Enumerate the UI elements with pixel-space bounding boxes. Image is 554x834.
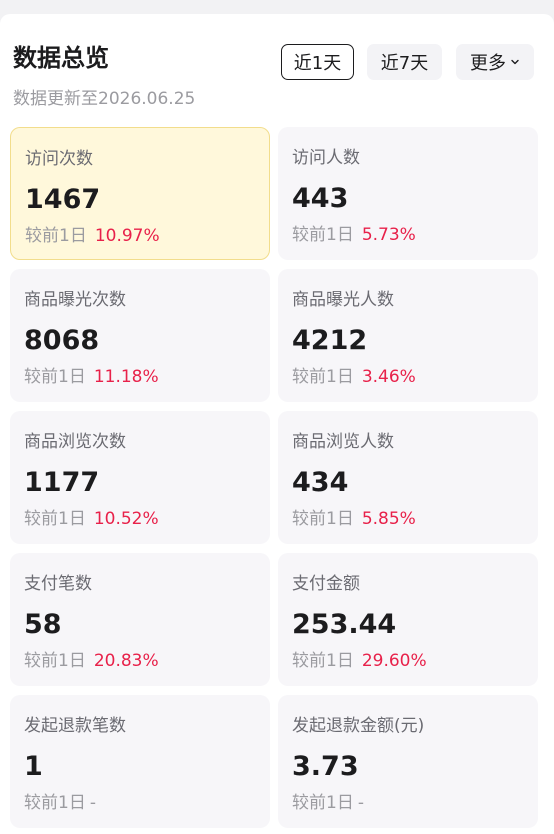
range-tab-1-day[interactable]: 近1天 bbox=[281, 44, 354, 80]
metric-label: 支付笔数 bbox=[24, 574, 92, 594]
metric-card-product-impression-users[interactable]: 商品曝光人数 4212 较前1日 3.46% bbox=[278, 269, 538, 402]
metric-card-product-views[interactable]: 商品浏览次数 1177 较前1日 10.52% bbox=[10, 411, 270, 544]
metric-change: 3.46% bbox=[361, 367, 416, 387]
metric-change: 29.60% bbox=[361, 651, 427, 671]
metric-card-payment-count[interactable]: 支付笔数 58 较前1日 20.83% bbox=[10, 553, 270, 686]
more-label: 更多 bbox=[470, 53, 506, 74]
page-title: 数据总览 bbox=[13, 44, 109, 72]
metric-compare: 较前1日 3.46% bbox=[292, 366, 416, 388]
metric-change: 10.52% bbox=[93, 509, 159, 529]
metric-card-product-viewers[interactable]: 商品浏览人数 434 较前1日 5.85% bbox=[278, 411, 538, 544]
metric-compare: 较前1日 11.18% bbox=[24, 366, 159, 388]
metric-value: 443 bbox=[292, 183, 349, 214]
compare-label: 较前1日 bbox=[292, 367, 354, 387]
metric-compare: 较前1日 - bbox=[24, 792, 96, 814]
compare-label: 较前1日 bbox=[25, 226, 87, 246]
metric-label: 发起退款笔数 bbox=[24, 716, 126, 736]
compare-label: 较前1日 bbox=[292, 793, 354, 813]
metric-compare: 较前1日 20.83% bbox=[24, 650, 159, 672]
metric-label: 商品浏览次数 bbox=[24, 432, 126, 452]
metric-value: 1467 bbox=[25, 184, 101, 215]
range-tab-7-days[interactable]: 近7天 bbox=[367, 44, 442, 80]
chevron-down-icon bbox=[511, 59, 519, 65]
metric-label: 商品曝光人数 bbox=[292, 290, 394, 310]
metric-compare: 较前1日 5.85% bbox=[292, 508, 416, 530]
metric-value: 1177 bbox=[24, 467, 100, 498]
metric-value: 3.73 bbox=[292, 751, 359, 782]
compare-label: 较前1日 bbox=[24, 367, 86, 387]
compare-label: 较前1日 bbox=[24, 793, 86, 813]
metric-card-visits[interactable]: 访问次数 1467 较前1日 10.97% bbox=[10, 127, 270, 260]
metric-compare: 较前1日 10.97% bbox=[25, 225, 160, 247]
metric-change: 5.85% bbox=[361, 509, 416, 529]
metric-card-refund-count[interactable]: 发起退款笔数 1 较前1日 - bbox=[10, 695, 270, 828]
metric-change: 10.97% bbox=[94, 226, 160, 246]
metric-change: 11.18% bbox=[93, 367, 159, 387]
metric-value: 434 bbox=[292, 467, 349, 498]
metric-value: 253.44 bbox=[292, 609, 397, 640]
metric-card-payment-amount[interactable]: 支付金额 253.44 较前1日 29.60% bbox=[278, 553, 538, 686]
metric-value: 58 bbox=[24, 609, 62, 640]
compare-label: 较前1日 bbox=[292, 225, 354, 245]
metric-change: 20.83% bbox=[93, 651, 159, 671]
metric-label: 访问人数 bbox=[292, 148, 360, 168]
metric-compare: 较前1日 10.52% bbox=[24, 508, 159, 530]
metric-card-refund-amount[interactable]: 发起退款金额(元) 3.73 较前1日 - bbox=[278, 695, 538, 828]
more-dropdown-button[interactable]: 更多 bbox=[456, 44, 534, 80]
metric-card-visitors[interactable]: 访问人数 443 较前1日 5.73% bbox=[278, 127, 538, 260]
metric-value: 8068 bbox=[24, 325, 100, 356]
metric-compare: 较前1日 5.73% bbox=[292, 224, 416, 246]
compare-label: 较前1日 bbox=[292, 509, 354, 529]
metric-change: - bbox=[89, 793, 96, 813]
metric-label: 商品曝光次数 bbox=[24, 290, 126, 310]
metric-compare: 较前1日 - bbox=[292, 792, 364, 814]
compare-label: 较前1日 bbox=[24, 509, 86, 529]
compare-label: 较前1日 bbox=[292, 651, 354, 671]
metric-label: 支付金额 bbox=[292, 574, 360, 594]
metric-change: 5.73% bbox=[361, 225, 416, 245]
update-time-text: 数据更新至2026.06.25 bbox=[13, 89, 196, 109]
compare-label: 较前1日 bbox=[24, 651, 86, 671]
metric-label: 商品浏览人数 bbox=[292, 432, 394, 452]
metric-compare: 较前1日 29.60% bbox=[292, 650, 427, 672]
metric-change: - bbox=[357, 793, 364, 813]
metric-label: 发起退款金额(元) bbox=[292, 716, 425, 736]
metric-value: 4212 bbox=[292, 325, 368, 356]
metric-card-product-impressions[interactable]: 商品曝光次数 8068 较前1日 11.18% bbox=[10, 269, 270, 402]
metric-label: 访问次数 bbox=[25, 149, 93, 169]
metric-value: 1 bbox=[24, 751, 43, 782]
